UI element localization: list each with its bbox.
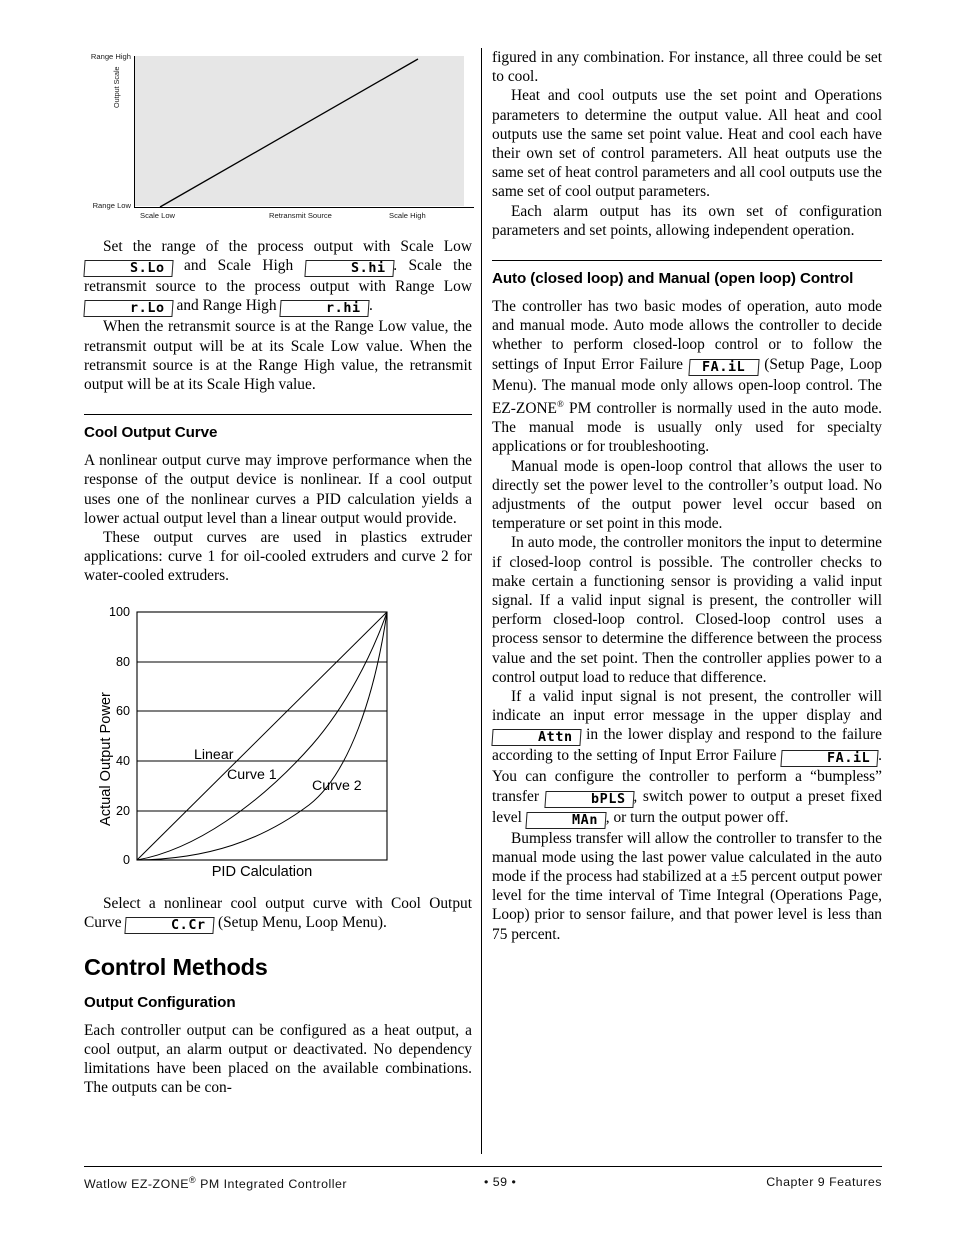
code-bumpless: bPLS — [544, 790, 634, 808]
document-page: Range High Range Low Output Scale Scale … — [0, 0, 954, 1235]
footer-chapter: Chapter 9 Features — [766, 1175, 882, 1189]
code-range-low: r.Lo — [83, 300, 174, 318]
cool-curve-svg — [136, 611, 388, 861]
footer-product-name: Watlow EZ-ZONE® PM Integrated Controller — [84, 1175, 347, 1191]
paragraph-select-curve: Select a nonlinear cool output curve wit… — [84, 894, 472, 934]
cool-chart-label-curve-1: Curve 1 — [227, 766, 277, 783]
invalid-text-5: , or turn the output power off. — [605, 808, 789, 826]
cool-chart-y-axis-title: Actual Output Power — [98, 691, 114, 826]
cool-chart-ytick-80: 80 — [115, 654, 130, 669]
heading-auto-manual-control: Auto (closed loop) and Manual (open loop… — [492, 260, 882, 288]
paragraph-manual-mode: Manual mode is open-loop control that al… — [492, 457, 882, 533]
paragraph-bumpless-transfer: Bumpless transfer will allow the control… — [492, 829, 882, 943]
figure1-y-axis-title: Output Scale — [112, 66, 121, 108]
paragraph-retransmit: When the retransmit source is at the Ran… — [84, 318, 472, 394]
left-column: Range High Range Low Output Scale Scale … — [83, 48, 474, 1098]
registered-mark-icon: ® — [556, 398, 564, 409]
cool-output-curve-figure: 100 80 60 40 20 0 Actual Output Power PI… — [84, 600, 472, 880]
cool-chart-x-axis-title: PID Calculation — [211, 863, 313, 880]
retransmit-scaling-figure: Range High Range Low Output Scale Scale … — [84, 48, 474, 223]
right-column: figured in any combination. For instance… — [491, 48, 882, 944]
paragraph-alarm: Each alarm output has its own set of con… — [492, 202, 882, 239]
figure1-line — [159, 58, 419, 208]
figure1-ylabel-high: Range High — [90, 52, 131, 61]
paragraph-modes: The controller has two basic modes of op… — [492, 297, 882, 457]
column-divider — [481, 48, 482, 1154]
invalid-text-1: If a valid input signal is not present, … — [492, 688, 882, 725]
paragraph-extruder: These output curves are used in plastics… — [84, 529, 472, 585]
code-cool-curve: C.Cr — [124, 916, 215, 934]
scale-text-1: Set the range of the process output with… — [103, 238, 472, 255]
paragraph-invalid-signal: If a valid input signal is not present, … — [491, 687, 882, 829]
scale-text-4: and Range High — [172, 297, 281, 315]
paragraph-figured: figured in any combination. For instance… — [492, 49, 882, 86]
footer-page-number: • 59 • — [484, 1175, 517, 1189]
paragraph-nonlinear: A nonlinear output curve may improve per… — [84, 452, 472, 527]
select-text-2: (Setup Menu, Loop Menu). — [214, 913, 387, 931]
scale-text-2: and Scale High — [172, 257, 305, 275]
figure1-xlabel-scale-high: Scale High — [389, 211, 426, 220]
code-input-error-failure: FA.iL — [688, 358, 760, 376]
heading-cool-output-curve: Cool Output Curve — [84, 414, 472, 442]
heading-control-methods: Control Methods — [84, 953, 268, 980]
code-scale-high: S.hi — [303, 260, 394, 278]
footer-left-cont: PM Integrated Controller — [196, 1177, 348, 1192]
code-scale-low: S.Lo — [83, 260, 174, 278]
figure1-xlabel-scale-low: Scale Low — [140, 211, 176, 220]
code-input-error-failure-2: FA.iL — [780, 750, 879, 768]
code-attn: Attn — [491, 729, 582, 747]
figure1-x-axis-title: Retransmit Source — [269, 211, 332, 220]
cool-chart-label-linear: Linear — [194, 746, 234, 763]
paragraph-output-configuration: Each controller output can be configured… — [84, 1021, 472, 1097]
paragraph-auto-mode: In auto mode, the controller monitors th… — [492, 534, 882, 686]
cool-chart-label-curve-2: Curve 2 — [312, 777, 362, 794]
scale-text-5: . — [369, 297, 373, 315]
figure1-ylabel-low: Range Low — [92, 201, 131, 210]
paragraph-heat-cool: Heat and cool outputs use the set point … — [492, 87, 882, 201]
code-range-high: r.hi — [279, 300, 370, 318]
paragraph-scale-range: Set the range of the process output with… — [83, 237, 472, 318]
cool-chart-ytick-0: 0 — [122, 852, 130, 867]
footer-left-text: Watlow EZ-ZONE — [84, 1177, 189, 1192]
cool-chart-ytick-100: 100 — [108, 604, 130, 619]
footer-divider — [84, 1166, 882, 1167]
heading-output-configuration: Output Configuration — [84, 993, 236, 1011]
code-manual: MAn — [525, 811, 607, 829]
